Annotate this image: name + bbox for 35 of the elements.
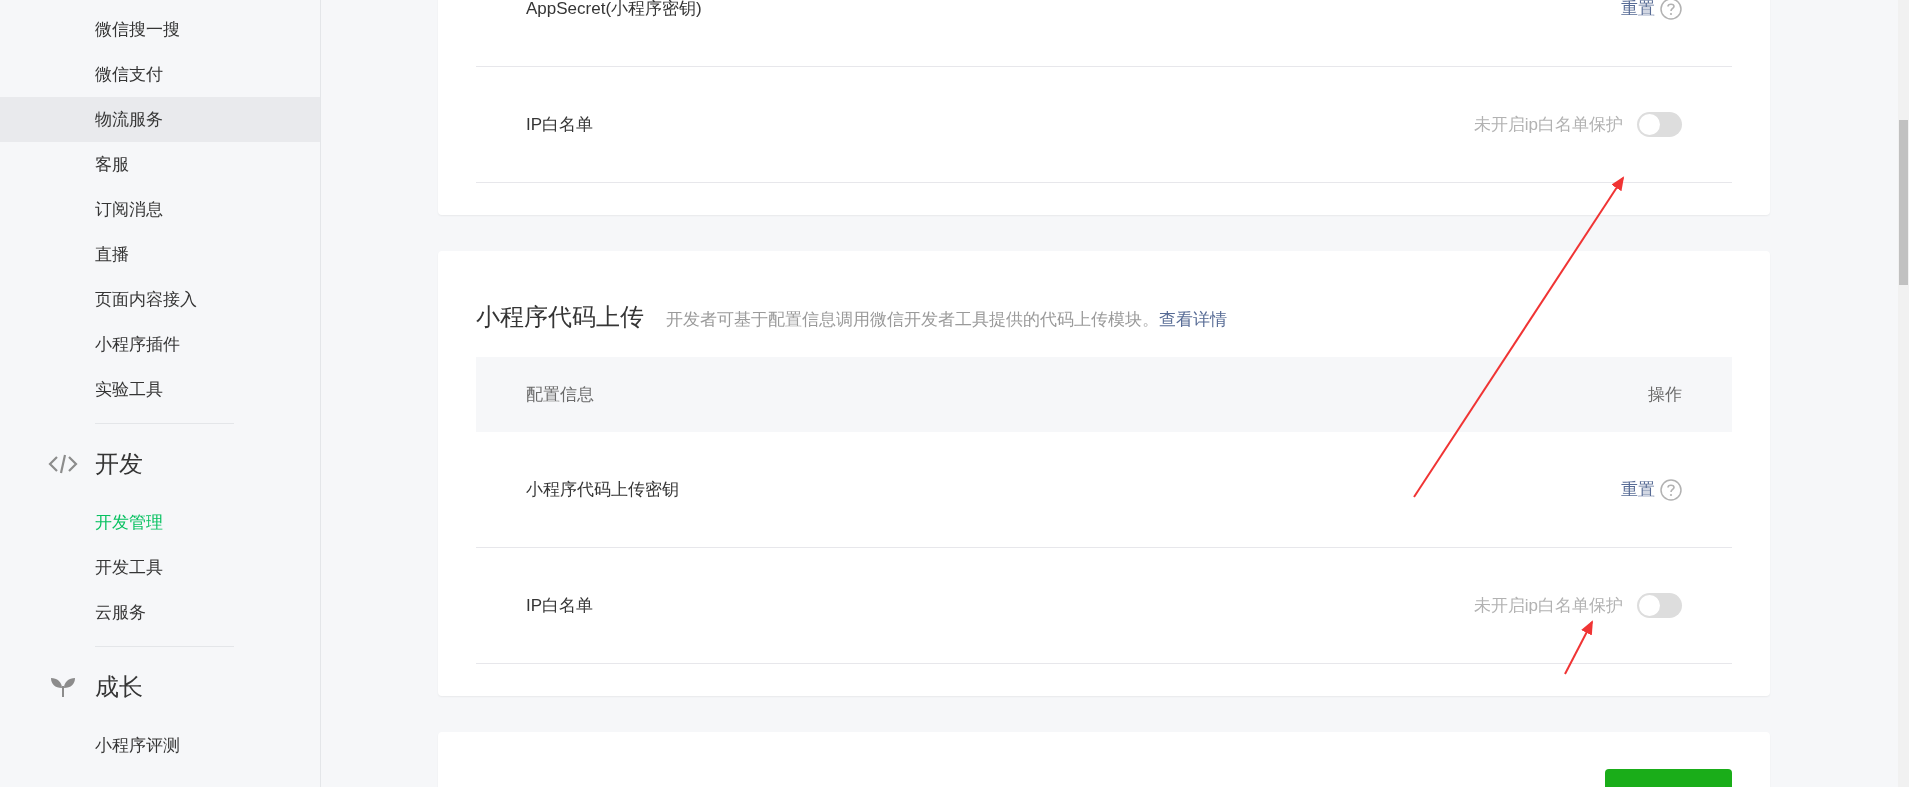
toggle-switch[interactable] (1637, 593, 1682, 618)
sidebar-section-title: 开发 (95, 449, 143, 479)
row-label: IP白名单 (526, 113, 594, 136)
sidebar-item[interactable]: 小程序评测 (0, 723, 320, 768)
row-label: AppSecret(小程序密钥) (526, 0, 702, 21)
details-link[interactable]: 查看详情 (1159, 310, 1227, 329)
sidebar-item[interactable]: 物流服务 (0, 97, 320, 142)
row-label: 小程序代码上传密钥 (526, 478, 679, 501)
row-label: IP白名单 (526, 594, 594, 617)
sidebar-item[interactable]: 实验工具 (0, 367, 320, 412)
help-icon[interactable] (1660, 0, 1682, 20)
section-title: 小程序代码上传 (476, 302, 644, 332)
reset-link[interactable]: 重置 (1621, 476, 1655, 503)
toggle-switch[interactable] (1637, 112, 1682, 137)
sidebar-item[interactable]: 小程序插件 (0, 322, 320, 367)
sidebar-item[interactable]: 微信支付 (0, 52, 320, 97)
reset-link[interactable]: 重置 (1621, 0, 1655, 22)
annotation-arrow (1564, 620, 1593, 675)
sidebar-item[interactable]: 订阅消息 (0, 187, 320, 232)
sidebar-item[interactable]: 微信搜一搜 (0, 7, 320, 52)
column-header: 配置信息 (526, 383, 594, 406)
sidebar-section-title: 成长 (95, 672, 143, 702)
sprout-icon (51, 677, 75, 697)
section-description: 开发者可基于配置信息调用微信开发者工具提供的代码上传模块。查看详情 (666, 309, 1227, 331)
code-icon (48, 454, 78, 474)
sidebar-item[interactable]: 直播 (0, 232, 320, 277)
scrollbar[interactable] (1898, 0, 1909, 787)
sidebar-item[interactable]: 开发工具 (0, 545, 320, 590)
whitelist-status: 未开启ip白名单保护 (1473, 594, 1623, 617)
sidebar-item[interactable]: 客服 (0, 142, 320, 187)
sidebar-item[interactable]: 页面内容接入 (0, 277, 320, 322)
whitelist-status: 未开启ip白名单保护 (1473, 113, 1623, 136)
help-icon[interactable] (1660, 478, 1682, 501)
column-header: 操作 (1648, 383, 1682, 406)
sidebar-item[interactable]: 云服务 (0, 590, 320, 635)
